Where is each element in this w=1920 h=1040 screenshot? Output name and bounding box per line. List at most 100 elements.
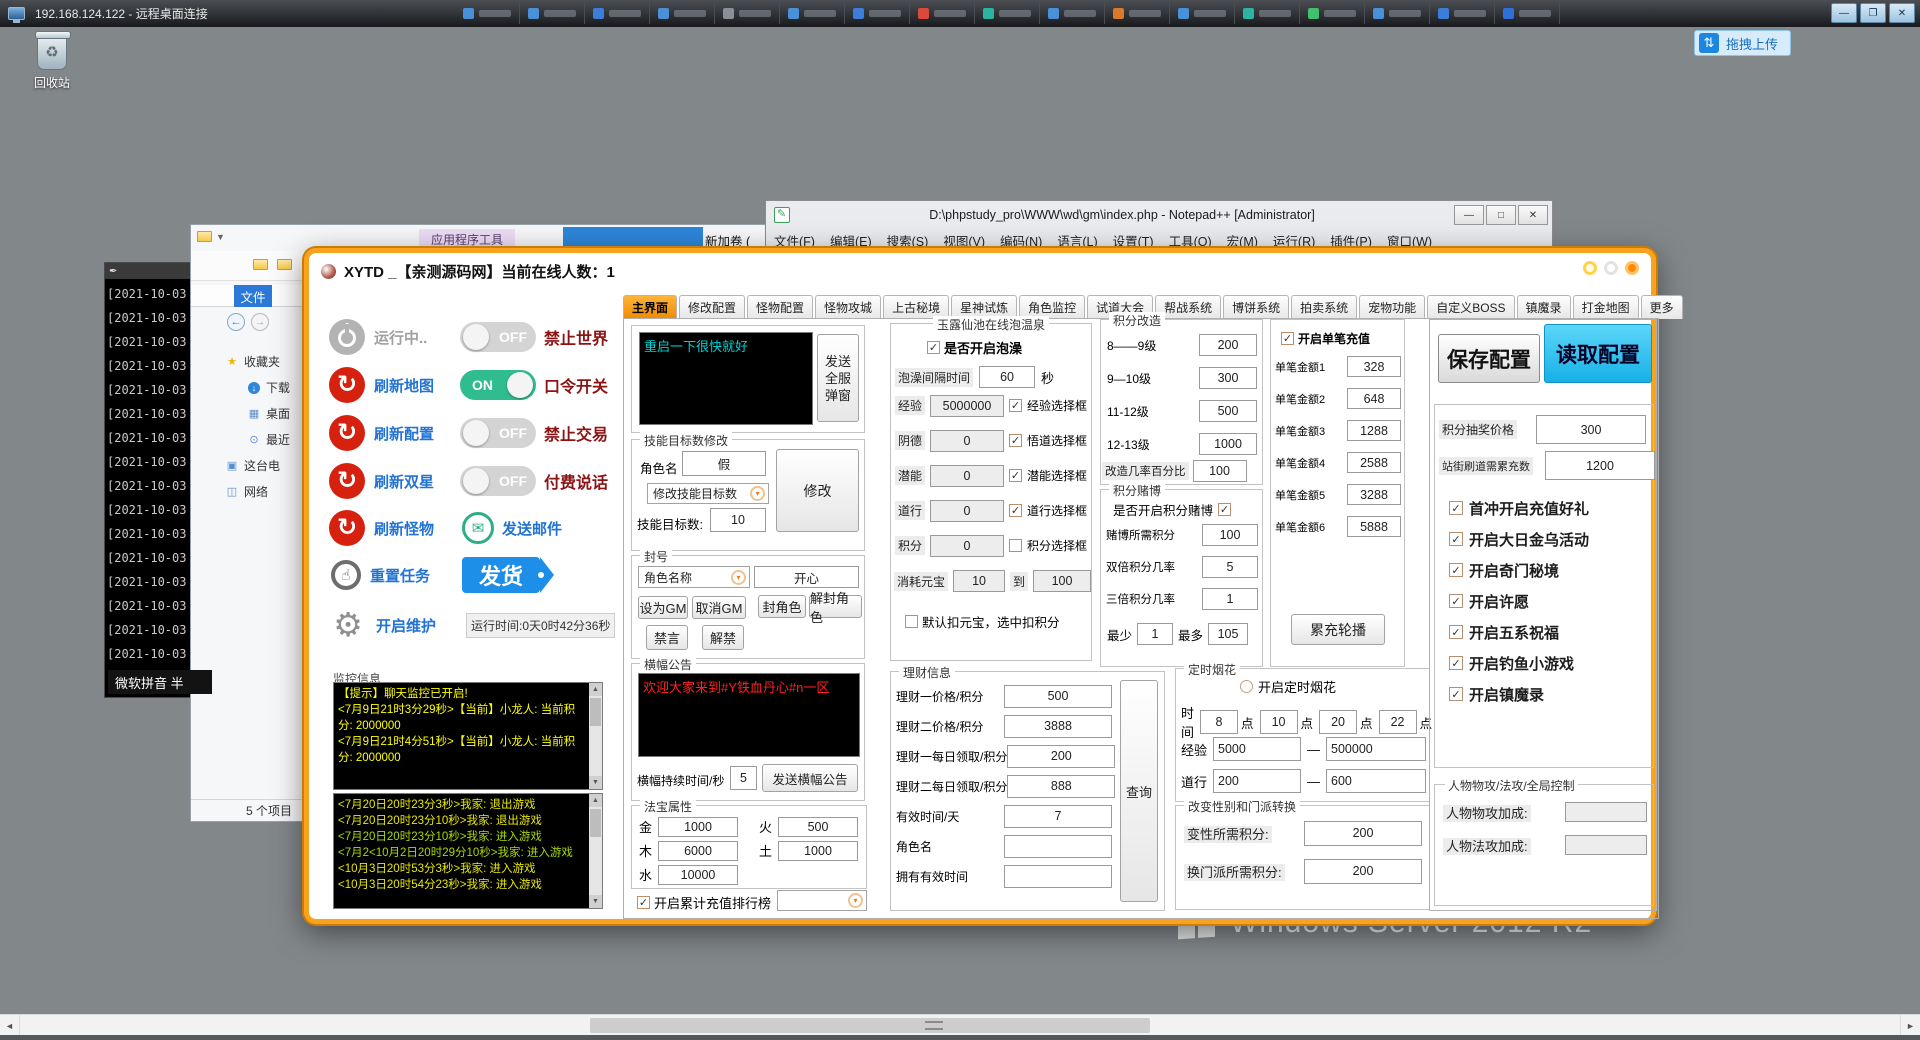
licai-input[interactable] xyxy=(1004,865,1112,888)
bath-stat-input[interactable]: 0 xyxy=(930,535,1004,557)
ship-goods-button[interactable]: 发货 xyxy=(462,557,540,593)
gm-tab[interactable]: 修改配置 xyxy=(679,295,745,319)
notepad-titlebar[interactable]: D:\phpstudy_pro\WWW\wd\gm\index.php - No… xyxy=(766,201,1552,229)
refresh-map-button[interactable]: 刷新地图 xyxy=(374,375,460,396)
remake-chance-input[interactable]: 100 xyxy=(1193,460,1247,482)
dao-max-input[interactable]: 600 xyxy=(1326,769,1426,793)
gm-tab[interactable]: 主界面 xyxy=(623,295,677,319)
menu-item[interactable]: 搜索(S) xyxy=(887,231,929,250)
menu-item[interactable]: 语言(L) xyxy=(1057,231,1097,250)
menu-item[interactable]: 窗口(W) xyxy=(1387,231,1432,250)
scroll-right-arrow[interactable]: ► xyxy=(1900,1015,1920,1036)
toggle-ban-trade[interactable]: OFF xyxy=(460,418,536,448)
gender-input[interactable]: 200 xyxy=(1304,859,1422,884)
taskbar-item[interactable] xyxy=(910,3,975,24)
taskbar-item[interactable] xyxy=(520,3,585,24)
exp-min-input[interactable]: 5000 xyxy=(1213,737,1301,761)
maximize-button[interactable]: □ xyxy=(1486,205,1516,225)
ban-role-button[interactable]: 封角色 xyxy=(758,595,806,618)
exp-max-input[interactable]: 500000 xyxy=(1326,737,1426,761)
gm-tab[interactable]: 怪物配置 xyxy=(747,295,813,319)
licai-input[interactable]: 7 xyxy=(1004,805,1112,828)
reset-task-button[interactable]: 重置任务 xyxy=(370,565,456,586)
refresh-icon[interactable] xyxy=(329,367,365,403)
rank-dropdown[interactable] xyxy=(777,890,867,911)
bath-cost-min-input[interactable]: 10 xyxy=(953,570,1005,592)
bath-cost-max-input[interactable]: 100 xyxy=(1033,570,1091,592)
bath-stat-checkbox[interactable] xyxy=(1009,434,1022,447)
street-input[interactable]: 1200 xyxy=(1545,451,1655,480)
power-icon[interactable] xyxy=(329,319,365,355)
licai-input[interactable]: 200 xyxy=(1007,745,1115,768)
save-config-button[interactable]: 保存配置 xyxy=(1438,334,1540,383)
menu-item[interactable]: 编辑(E) xyxy=(830,231,872,250)
fabao-value-input[interactable]: 10000 xyxy=(658,865,738,885)
unmute-button[interactable]: 解禁 xyxy=(702,625,744,650)
scrollbar[interactable]: ▲▼ xyxy=(589,683,602,789)
scrollbar-thumb[interactable] xyxy=(590,1018,1150,1033)
bath-stat-input[interactable]: 0 xyxy=(930,465,1004,487)
licai-input[interactable] xyxy=(1004,835,1112,858)
refresh-icon[interactable] xyxy=(329,415,365,451)
single-amount-input[interactable]: 648 xyxy=(1347,388,1401,409)
hour-input[interactable]: 20 xyxy=(1319,710,1357,734)
bath-stat-checkbox[interactable] xyxy=(1009,399,1022,412)
maintain-button[interactable]: 开启维护 xyxy=(376,615,462,636)
gm-tab[interactable]: 自定义BOSS xyxy=(1427,295,1514,319)
menu-item[interactable]: 运行(R) xyxy=(1273,231,1315,250)
close-button[interactable] xyxy=(1625,261,1639,275)
gamble-enable-checkbox[interactable] xyxy=(1218,503,1231,516)
taskbar-item[interactable] xyxy=(845,3,910,24)
gm-tab[interactable]: 博饼系统 xyxy=(1223,295,1289,319)
menu-item[interactable]: 文件(F) xyxy=(774,231,815,250)
mute-button[interactable]: 禁言 xyxy=(646,625,688,650)
single-amount-input[interactable]: 1288 xyxy=(1347,420,1401,441)
taskbar-item[interactable] xyxy=(1040,3,1105,24)
minimize-button[interactable] xyxy=(1583,261,1597,275)
load-config-button[interactable]: 读取配置 xyxy=(1544,324,1652,383)
skin-button[interactable] xyxy=(1604,261,1618,275)
taskbar-item[interactable] xyxy=(455,3,520,24)
bath-stat-checkbox[interactable] xyxy=(1009,469,1022,482)
feature-checkbox[interactable] xyxy=(1449,656,1463,670)
licai-input[interactable]: 500 xyxy=(1004,685,1112,708)
set-gm-button[interactable]: 设为GM xyxy=(638,596,688,619)
skill-target-input[interactable]: 10 xyxy=(710,508,766,532)
bath-stat-input[interactable]: 0 xyxy=(930,430,1004,452)
minimize-button[interactable]: — xyxy=(1831,3,1857,23)
restore-button[interactable]: ❐ xyxy=(1860,3,1886,23)
explorer-tool-tab[interactable]: 应用程序工具 xyxy=(419,229,515,249)
gm-tab[interactable]: 更多 xyxy=(1641,295,1683,319)
banner-duration-input[interactable]: 5 xyxy=(730,766,757,790)
hour-input[interactable]: 22 xyxy=(1379,710,1417,734)
taskbar-item[interactable] xyxy=(780,3,845,24)
menu-item[interactable]: 工具(O) xyxy=(1169,231,1212,250)
dao-min-input[interactable]: 200 xyxy=(1213,769,1301,793)
fireworks-radio[interactable] xyxy=(1240,680,1253,693)
taskbar-item[interactable] xyxy=(1365,3,1430,24)
taskbar-item[interactable] xyxy=(1170,3,1235,24)
unban-role-button[interactable]: 解封角色 xyxy=(809,595,862,618)
remake-input[interactable]: 1000 xyxy=(1199,433,1257,455)
feature-checkbox[interactable] xyxy=(1449,563,1463,577)
horizontal-scrollbar[interactable]: ◄ ► xyxy=(0,1014,1920,1035)
hour-input[interactable]: 10 xyxy=(1260,710,1298,734)
menu-item[interactable]: 宏(M) xyxy=(1227,231,1258,250)
feature-checkbox[interactable] xyxy=(1449,501,1463,515)
skill-mode-dropdown[interactable]: 修改技能目标数 xyxy=(647,483,769,504)
taskbar-item[interactable] xyxy=(1235,3,1300,24)
drag-upload-button[interactable]: ⇅ 拖拽上传 xyxy=(1694,30,1791,56)
explorer-file-tab[interactable]: 文件 xyxy=(234,285,272,307)
notice-textarea[interactable]: 重启一下很快就好 xyxy=(639,332,813,425)
lottery-input[interactable]: 300 xyxy=(1536,415,1646,444)
menu-item[interactable]: 设置(T) xyxy=(1113,231,1154,250)
banner-textarea[interactable]: 欢迎大家来到#Y铁血丹心#n一区 xyxy=(638,673,860,757)
bath-note-checkbox[interactable] xyxy=(905,615,918,628)
gm-tab[interactable]: 宠物功能 xyxy=(1359,295,1425,319)
menu-item[interactable]: 视图(V) xyxy=(943,231,985,250)
gamble-input[interactable]: 1 xyxy=(1202,588,1258,610)
single-enable-checkbox[interactable] xyxy=(1281,332,1294,345)
role-input[interactable]: 假 xyxy=(682,451,766,476)
gamble-input[interactable]: 5 xyxy=(1202,556,1258,578)
gm-tab[interactable]: 打金地图 xyxy=(1573,295,1639,319)
